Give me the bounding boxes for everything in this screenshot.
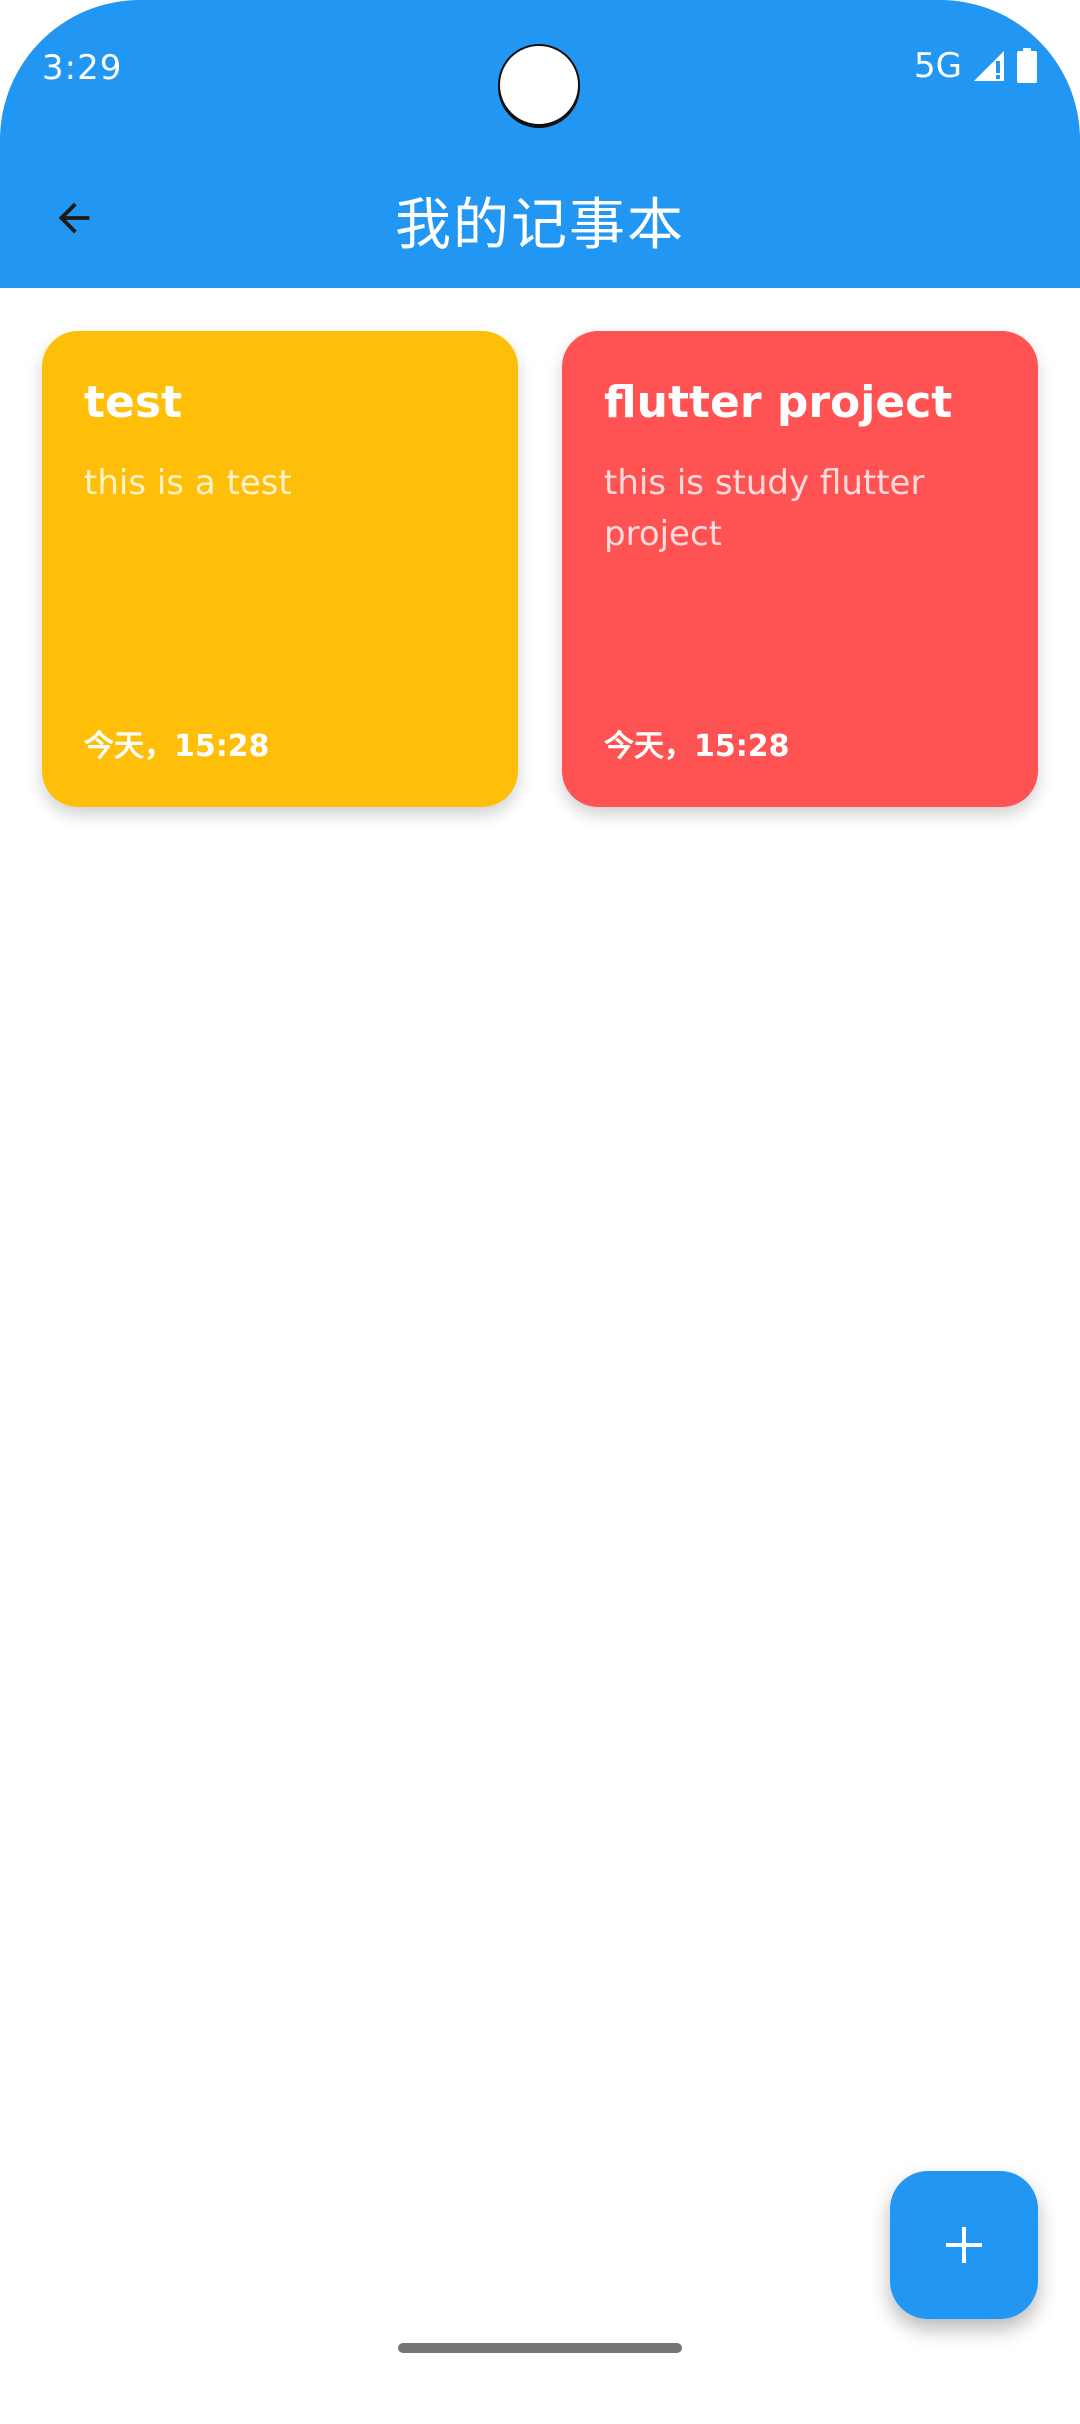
battery-icon [1016,48,1038,84]
add-icon [946,2227,982,2263]
camera-cutout [498,44,580,126]
signal-icon [972,49,1006,83]
note-card[interactable]: flutter project this is study flutter pr… [562,331,1038,807]
note-title: test [84,377,183,428]
notes-grid: test this is a test 今天，15:28 flutter pro… [42,331,1038,807]
status-icons: 5G [914,46,1038,86]
note-card[interactable]: test this is a test 今天，15:28 [42,331,518,807]
note-body: this is study flutter project [604,462,925,554]
note-body: this is a test [84,462,292,503]
note-title: flutter project [604,377,953,428]
status-time: 3:29 [42,48,123,88]
note-time: 今天，15:28 [604,729,790,764]
app-screen: 3:29 5G 我的记事本 test this is a test 今天，15:… [0,0,1080,2424]
add-note-button[interactable] [890,2171,1038,2319]
note-time: 今天，15:28 [84,729,270,764]
page-title: 我的记事本 [395,193,685,258]
network-label: 5G [914,46,962,86]
home-indicator[interactable] [398,2343,682,2353]
app-bar: 3:29 5G 我的记事本 [0,0,1080,288]
